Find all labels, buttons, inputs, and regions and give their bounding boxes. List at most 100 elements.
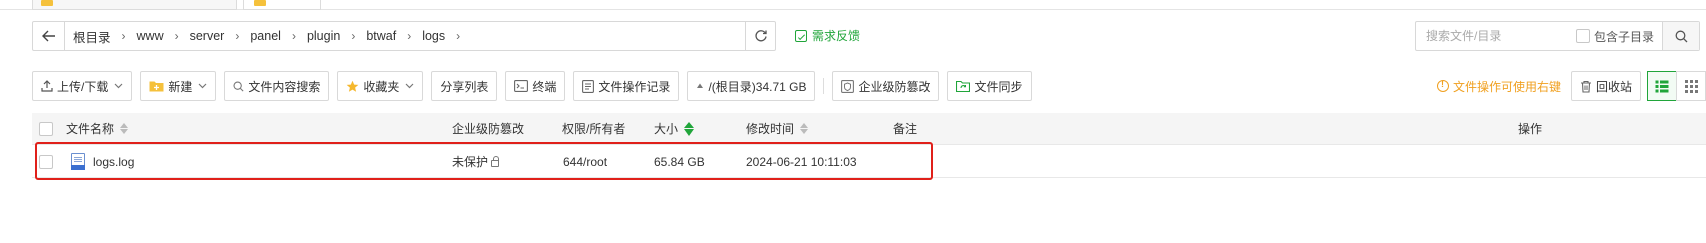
content-search-button[interactable]: 文件内容搜索: [224, 71, 330, 101]
breadcrumb-item[interactable]: btwaf: [366, 29, 396, 43]
column-perm-owner-label: 权限/所有者: [562, 122, 626, 136]
column-remark: 备注: [893, 120, 917, 137]
new-label: 新建: [168, 79, 193, 94]
column-actions-label: 操作: [1518, 122, 1543, 136]
top-tab[interactable]: [32, 0, 237, 10]
toolbar-right: 文件操作可使用右键 回收站: [1436, 71, 1706, 101]
star-icon: [346, 80, 359, 93]
share-list-label: 分享列表: [440, 79, 489, 94]
file-sync-button[interactable]: 文件同步: [947, 71, 1032, 101]
favorites-button[interactable]: 收藏夹: [337, 71, 424, 101]
arrow-left-icon: [41, 30, 55, 42]
tamper-protect-button[interactable]: 企业级防篡改: [832, 71, 940, 101]
chevron-right-icon: ›: [174, 29, 179, 43]
terminal-icon: [514, 80, 529, 92]
breadcrumb-item[interactable]: server: [190, 29, 225, 43]
chevron-right-icon: ›: [456, 29, 461, 43]
search-box: 包含子目录: [1415, 21, 1700, 51]
tamper-status-cell[interactable]: 未保护: [452, 146, 500, 177]
disk-usage-label: /(根目录)34.71 GB: [708, 79, 807, 94]
column-name[interactable]: 文件名称: [66, 120, 129, 137]
tamper-protect-label: 企业级防篡改: [858, 79, 931, 94]
feedback-icon: [795, 29, 807, 42]
breadcrumb-item[interactable]: logs: [422, 29, 445, 43]
grid-view-button[interactable]: [1676, 71, 1706, 101]
top-tab[interactable]: [243, 0, 321, 10]
chevron-right-icon: ›: [407, 29, 412, 43]
column-size-label: 大小: [654, 122, 679, 136]
sync-icon: [956, 80, 971, 92]
column-mtime[interactable]: 修改时间: [746, 120, 809, 137]
breadcrumb: 根目录 › www › server › panel › plugin › btwaf › …: [65, 22, 745, 50]
breadcrumb-item[interactable]: 根目录: [73, 27, 111, 46]
list-view-button[interactable]: [1647, 71, 1677, 101]
sort-icon: [800, 123, 809, 134]
row-checkbox[interactable]: [39, 146, 53, 177]
column-size[interactable]: 大小: [654, 120, 695, 137]
sort-icon: [120, 123, 129, 134]
tamper-status: 未保护: [452, 155, 489, 169]
disk-usage-button[interactable]: /(根目录)34.71 GB: [687, 71, 816, 101]
terminal-button[interactable]: 终端: [505, 71, 566, 101]
operation-log-button[interactable]: 文件操作记录: [573, 71, 680, 101]
grid-view-icon: [1684, 79, 1698, 93]
file-sync-label: 文件同步: [974, 79, 1023, 94]
column-tamper: 企业级防篡改: [452, 120, 524, 137]
back-button[interactable]: [33, 22, 65, 50]
operation-log-label: 文件操作记录: [598, 79, 671, 94]
column-name-label: 文件名称: [66, 122, 115, 136]
content-search-label: 文件内容搜索: [248, 79, 321, 94]
toolbar-divider: [823, 78, 825, 94]
path-bar: 根目录 › www › server › panel › plugin › btwaf › …: [32, 21, 776, 51]
recycle-bin-label: 回收站: [1595, 79, 1632, 94]
unlock-icon: [491, 156, 500, 167]
column-remark-label: 备注: [893, 122, 918, 136]
new-button[interactable]: 新建: [140, 71, 217, 101]
log-file-icon: [71, 153, 85, 170]
favorites-label: 收藏夹: [363, 79, 400, 94]
list-view-icon: [1655, 80, 1669, 92]
file-name[interactable]: logs.log: [93, 155, 134, 169]
size-cell: 65.84 GB: [654, 146, 705, 177]
include-subdir-checkbox[interactable]: [1576, 29, 1590, 43]
column-tamper-label: 企业级防篡改: [452, 122, 525, 136]
search-icon: [233, 80, 244, 92]
breadcrumb-item[interactable]: www: [137, 29, 164, 43]
folder-icon: [254, 0, 266, 6]
chevron-right-icon: ›: [121, 29, 126, 43]
share-list-button[interactable]: 分享列表: [431, 71, 498, 101]
recycle-bin-button[interactable]: 回收站: [1570, 71, 1641, 101]
select-all-checkbox[interactable]: [39, 121, 53, 136]
search-icon: [1675, 30, 1687, 42]
search-input[interactable]: [1426, 23, 1576, 49]
column-mtime-label: 修改时间: [746, 122, 795, 136]
chevron-right-icon: ›: [291, 29, 296, 43]
chevron-down-icon: [405, 83, 414, 89]
breadcrumb-item[interactable]: panel: [250, 29, 281, 43]
chevron-right-icon: ›: [235, 29, 240, 43]
file-name-cell[interactable]: logs.log: [71, 146, 134, 177]
trash-icon: [1580, 80, 1592, 93]
folder-icon: [41, 0, 53, 6]
search-button[interactable]: [1662, 22, 1699, 50]
document-icon: [582, 79, 595, 93]
mtime-cell: 2024-06-21 10:11:03: [746, 146, 857, 177]
include-subdir-label: 包含子目录: [1594, 29, 1655, 44]
feedback-link[interactable]: 需求反馈: [795, 27, 860, 44]
perm-owner-cell[interactable]: 644/root: [563, 146, 607, 177]
perm-owner: 644/root: [563, 154, 608, 169]
refresh-icon: [754, 30, 767, 42]
breadcrumb-item[interactable]: plugin: [307, 29, 340, 43]
info-icon: [1436, 79, 1449, 92]
file-table-header: 文件名称 企业级防篡改 权限/所有者 大小 修改时间 备注 操作: [32, 113, 1706, 145]
column-actions: 操作: [1518, 120, 1542, 137]
file-mtime: 2024-06-21 10:11:03: [746, 154, 857, 169]
upload-download-button[interactable]: 上传/下载: [32, 71, 133, 101]
table-row[interactable]: logs.log 未保护 644/root 65.84 GB 2024-06-2…: [32, 146, 1706, 178]
refresh-button[interactable]: [745, 22, 775, 50]
disk-icon: [696, 82, 704, 90]
sort-descending-icon: [684, 122, 695, 136]
include-subdir-option[interactable]: 包含子目录: [1576, 28, 1654, 45]
file-toolbar: 上传/下载 新建 文件内容搜索 收藏夹 分享列表 终端 文件操作记录 /(根目录…: [32, 71, 1040, 101]
new-folder-icon: [149, 80, 164, 92]
